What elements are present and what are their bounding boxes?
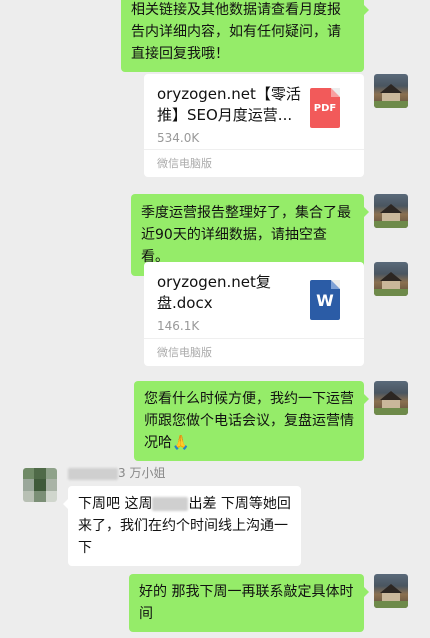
message-text: 下周吧 这周 xyxy=(78,496,153,512)
message-outgoing-4[interactable]: 好的 那我下周一再联系敲定具体时间 xyxy=(129,574,369,632)
word-file-icon: W xyxy=(310,280,340,320)
file-source: 微信电脑版 xyxy=(157,157,212,170)
file-size: 146.1K xyxy=(157,319,200,333)
file-source: 微信电脑版 xyxy=(157,346,212,359)
message-bubble[interactable]: 下周吧 这周 出差 下周等她回来了，我们在约个时间线上沟通一下 xyxy=(63,486,301,566)
file-name: oryzogen.net【零活推】SEO月度运营... xyxy=(157,85,301,124)
contact-avatar[interactable] xyxy=(23,468,57,502)
message-bubble[interactable]: 您看什么时候方便，我约一下运营师跟您做个电话会议，复盘运营情况哈🙏 xyxy=(134,381,369,461)
my-avatar[interactable] xyxy=(374,262,408,296)
file-name: oryzogen.net复盘.docx xyxy=(157,273,271,312)
my-avatar[interactable] xyxy=(374,194,408,228)
my-avatar[interactable] xyxy=(374,74,408,108)
message-text: 好的 那我下周一再联系敲定具体时间 xyxy=(139,584,354,622)
file-size: 534.0K xyxy=(157,131,200,145)
file-message-docx[interactable]: oryzogen.net复盘.docx 146.1K W 微信电脑版 xyxy=(144,262,364,366)
message-text: 季度运营报告整理好了，集合了最近90天的详细数据，请抽空查看。 xyxy=(141,205,351,265)
redacted-name xyxy=(68,467,118,480)
message-bubble[interactable]: 相关链接及其他数据请查看月度报告内详细内容，如有任何疑问，请直接回复我哦！ xyxy=(121,0,369,72)
message-bubble[interactable]: 好的 那我下周一再联系敲定具体时间 xyxy=(129,574,369,632)
sender-name: 3 万小姐 xyxy=(68,464,165,481)
divider xyxy=(144,338,364,339)
my-avatar[interactable] xyxy=(374,574,408,608)
file-message-pdf[interactable]: oryzogen.net【零活推】SEO月度运营... 534.0K PDF 微… xyxy=(144,74,364,177)
message-outgoing-1[interactable]: 相关链接及其他数据请查看月度报告内详细内容，如有任何疑问，请直接回复我哦！ xyxy=(121,0,369,72)
my-avatar[interactable] xyxy=(374,381,408,415)
divider xyxy=(144,149,364,150)
redacted-text xyxy=(152,497,189,511)
message-incoming-1[interactable]: 下周吧 这周 出差 下周等她回来了，我们在约个时间线上沟通一下 xyxy=(63,486,301,566)
message-outgoing-3[interactable]: 您看什么时候方便，我约一下运营师跟您做个电话会议，复盘运营情况哈🙏 xyxy=(134,381,369,461)
message-text: 相关链接及其他数据请查看月度报告内详细内容，如有任何疑问，请直接回复我哦！ xyxy=(131,2,341,62)
pdf-file-icon: PDF xyxy=(310,88,340,128)
pray-emoji-icon: 🙏 xyxy=(172,435,190,451)
